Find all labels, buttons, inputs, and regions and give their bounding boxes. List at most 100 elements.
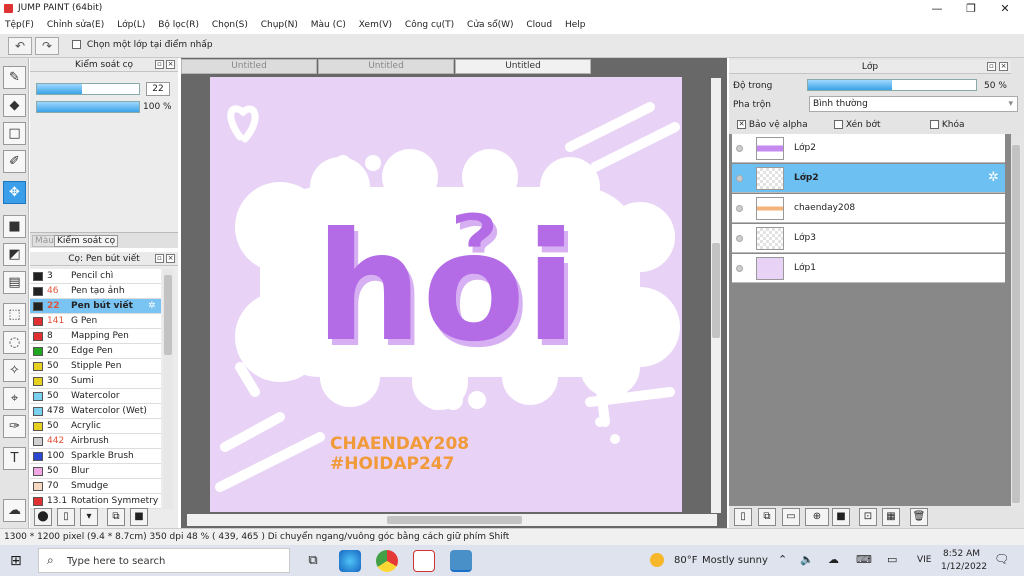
layer-menu-icon[interactable]: ▭ (782, 508, 800, 526)
layer-opacity-slider[interactable] (807, 79, 977, 91)
visibility-icon[interactable] (736, 175, 743, 182)
brush-item[interactable]: 8 Mapping Pen (30, 329, 161, 344)
brush-item[interactable]: 100 Sparkle Brush (30, 449, 161, 464)
layer-row[interactable]: Lớp1 (732, 254, 1005, 283)
volume-icon[interactable]: 🔈 (800, 553, 814, 566)
undo-button[interactable]: ↶ (8, 37, 32, 55)
brush-item[interactable]: 13.1Rotation Symmetry Pe (30, 494, 161, 509)
undock-icon[interactable]: ▫ (155, 60, 164, 69)
tray-chevron-icon[interactable]: ⌃ (778, 553, 787, 566)
brush-item[interactable]: 30 Sumi (30, 374, 161, 389)
merge-icon[interactable]: ⊡ (859, 508, 877, 526)
brush-item[interactable]: 22 Pen bút viết ✲ (30, 299, 161, 314)
layer-settings-icon[interactable]: ▦ (882, 508, 900, 526)
tab-untitled-1[interactable]: Untitled (181, 59, 317, 74)
brush-menu-icon[interactable]: ▾ (80, 508, 98, 526)
layer-list-scrollbar[interactable] (1011, 143, 1021, 505)
picker-icon[interactable]: ⌖ (3, 387, 26, 410)
pen-tool-icon[interactable]: ✐ (3, 150, 26, 173)
visibility-icon[interactable] (736, 235, 743, 242)
clock-date[interactable]: 1/12/2022 (941, 562, 987, 572)
canvas-hscroll[interactable] (187, 514, 717, 526)
tab-untitled-2[interactable]: Untitled (318, 59, 454, 74)
menu-edit[interactable]: Chỉnh sửa(E) (42, 17, 109, 34)
panel-close-icon[interactable]: × (166, 254, 175, 263)
magic-wand-icon[interactable]: ✧ (3, 359, 26, 382)
notification-icon[interactable]: 🗨 (994, 552, 1009, 566)
visibility-icon[interactable] (736, 145, 743, 152)
brush-size-slider[interactable] (36, 83, 140, 95)
lock-option[interactable]: Khóa (930, 120, 965, 130)
redo-button[interactable]: ↷ (35, 37, 59, 55)
brush-item[interactable]: 46 Pen tạo ảnh (30, 284, 161, 299)
menu-color[interactable]: Màu (C) (306, 17, 351, 34)
menu-capture[interactable]: Chụp(N) (256, 17, 303, 34)
brush-item[interactable]: 50 Blur (30, 464, 161, 479)
panel-close-icon[interactable]: × (166, 60, 175, 69)
layer-folder-icon[interactable]: ■ (832, 508, 850, 526)
tab-untitled-3[interactable]: Untitled (455, 59, 591, 74)
brush-folder-icon[interactable]: ■ (130, 508, 148, 526)
gear-icon[interactable]: ✲ (988, 170, 999, 185)
move-tool-icon[interactable]: ✥ (3, 181, 26, 204)
brush-size-input[interactable]: 22 (146, 82, 170, 96)
blend-select[interactable]: Bình thường ▾ (809, 96, 1018, 112)
bucket-icon[interactable]: ◩ (3, 243, 26, 266)
visibility-icon[interactable] (736, 205, 743, 212)
menu-select[interactable]: Chọn(S) (207, 17, 253, 34)
brush-tool-icon[interactable]: ✎ (3, 66, 26, 89)
gradient-icon[interactable]: ▤ (3, 271, 26, 294)
medibang-icon[interactable] (413, 550, 435, 572)
cloud-icon[interactable]: ☁ (3, 499, 26, 522)
artwork[interactable]: hỏi hỏi CHAENDAY208 #HOIDAP247 (210, 77, 682, 512)
layer-row[interactable]: Lớp2 ✲ (732, 164, 1005, 193)
brush-item[interactable]: 20 Edge Pen (30, 344, 161, 359)
protect-alpha-option[interactable]: ✕ Bảo vệ alpha (737, 120, 808, 130)
select-rect-icon[interactable]: □ (3, 122, 26, 145)
language-indicator[interactable]: VIE (917, 555, 932, 565)
brush-item[interactable]: 50 Stipple Pen (30, 359, 161, 374)
brush-item[interactable]: 478 Watercolor (Wet) (30, 404, 161, 419)
canvas-vscroll[interactable] (711, 78, 721, 513)
trash-icon[interactable]: 🗑 (910, 508, 928, 526)
layer-row[interactable]: chaenday208 (732, 194, 1005, 223)
brush-item[interactable]: 50 Watercolor (30, 389, 161, 404)
fill-rect-icon[interactable]: ■ (3, 215, 26, 238)
task-view-icon[interactable]: ⧉ (302, 550, 324, 572)
copy-layer-icon[interactable]: ⧉ (758, 508, 776, 526)
menu-cloud[interactable]: Cloud (521, 17, 557, 34)
keyboard-icon[interactable]: ⌨ (856, 553, 872, 566)
brush-opacity-slider[interactable] (36, 101, 140, 113)
menu-help[interactable]: Help (560, 17, 591, 34)
eyedropper-icon[interactable]: ✑ (3, 415, 26, 438)
pick-layer-checkbox[interactable] (72, 40, 81, 49)
panel-close-icon[interactable]: × (999, 62, 1008, 71)
chrome-icon[interactable] (376, 550, 398, 572)
brush-list-scrollbar[interactable] (163, 269, 173, 509)
windows-start-icon[interactable]: ⊞ (10, 553, 22, 569)
brush-item[interactable]: 50 Acrylic (30, 419, 161, 434)
clock-time[interactable]: 8:52 AM (943, 549, 980, 559)
edge-icon[interactable] (339, 550, 361, 572)
new-layer-icon[interactable]: ▯ (734, 508, 752, 526)
tab-brush-control[interactable]: Kiểm soát cọ (54, 235, 119, 247)
undock-icon[interactable]: ▫ (155, 254, 164, 263)
maximize-button[interactable]: ❐ (954, 0, 988, 17)
copy-brush-icon[interactable]: ⧉ (107, 508, 125, 526)
brush-item[interactable]: 70 Smudge (30, 479, 161, 494)
clip-option[interactable]: Xén bớt (834, 120, 881, 130)
brush-item[interactable]: 141 G Pen (30, 314, 161, 329)
pick-layer-option[interactable]: Chọn một lớp tại điểm nhấp (72, 40, 213, 50)
jump-paint-icon[interactable] (450, 550, 472, 572)
layer-row[interactable]: Lớp2 (732, 134, 1005, 163)
new-folder-icon[interactable]: ▯ (57, 508, 75, 526)
menu-layer[interactable]: Lớp(L) (112, 17, 150, 34)
minimize-button[interactable]: — (920, 0, 954, 17)
menu-tools[interactable]: Công cụ(T) (400, 17, 459, 34)
brush-item[interactable]: 3 Pencil chì (30, 269, 161, 284)
undock-icon[interactable]: ▫ (987, 62, 996, 71)
display-icon[interactable]: ▭ (887, 553, 897, 566)
text-tool-icon[interactable]: T (3, 447, 26, 470)
layer-row[interactable]: Lớp3 (732, 224, 1005, 253)
brush-item[interactable]: 442 Airbrush (30, 434, 161, 449)
